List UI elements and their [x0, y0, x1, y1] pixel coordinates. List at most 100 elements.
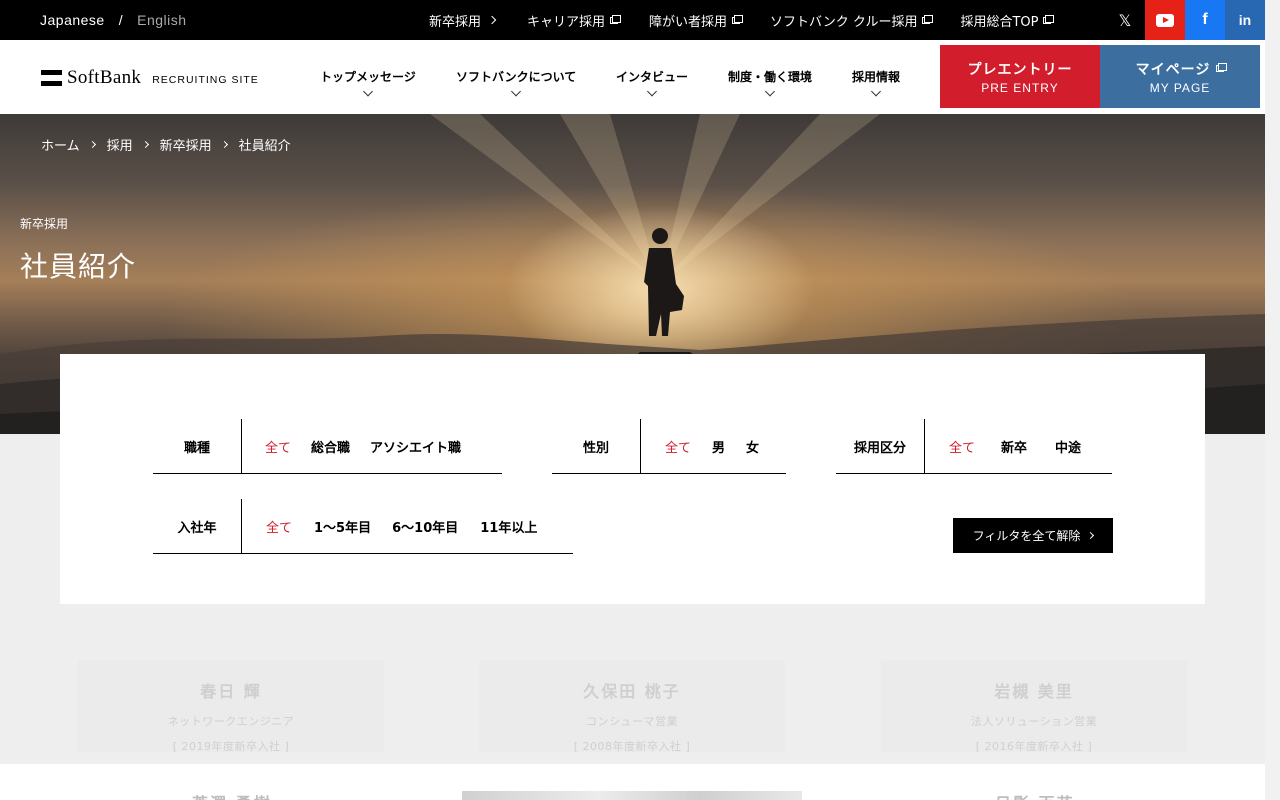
employee-card[interactable]: 岩槻 美里 法人ソリューション営業 [ 2016年度新卒入社 ]: [881, 660, 1187, 753]
facebook-glyph: f: [1202, 11, 1208, 28]
logo-text: SoftBank: [67, 67, 142, 88]
filter-option-6-10[interactable]: 6〜10年目: [392, 517, 458, 536]
filter-option-mid-career[interactable]: 中途: [1055, 437, 1081, 456]
nav-top-message[interactable]: トップメッセージ: [320, 68, 416, 97]
toplink-label: キャリア採用: [527, 14, 606, 30]
chevron-right-icon: [1087, 531, 1095, 540]
toplink-label: 採用総合TOP: [960, 14, 1039, 30]
chevron-right-icon: [220, 140, 228, 149]
filter-option-general[interactable]: 総合職: [311, 437, 350, 456]
youtube-play-icon: [1156, 13, 1174, 27]
filter-job-type: 職種 全て 総合職 アソシエイト職: [153, 419, 502, 474]
breadcrumb-current: 社員紹介: [238, 139, 291, 154]
filter-option-all[interactable]: 全て: [665, 437, 691, 456]
page-category: 新卒採用: [20, 217, 69, 231]
breadcrumb-recruit[interactable]: 採用: [107, 135, 133, 154]
chevron-right-icon: [487, 15, 497, 25]
logo-mark-icon: [41, 70, 62, 86]
filter-option-11-plus[interactable]: 11年以上: [480, 517, 537, 536]
filter-options: 全て 男 女: [665, 419, 759, 473]
x-icon[interactable]: 𝕏: [1105, 0, 1145, 40]
toplink-label: ソフトバンク クルー採用: [770, 14, 918, 30]
employee-join-year: [ 2019年度新卒入社 ]: [172, 740, 290, 753]
employee-card[interactable]: 春日 輝 ネットワークエンジニア [ 2019年度新卒入社 ]: [78, 660, 384, 753]
clear-filters-button[interactable]: フィルタを全て解除: [953, 518, 1113, 553]
chevron-down-icon: [647, 86, 657, 97]
top-links: 新卒採用 キャリア採用 障がい者採用 ソフトバンク クルー採用 採用総合TOP: [429, 0, 1055, 40]
chevron-down-icon: [765, 86, 775, 97]
filter-option-male[interactable]: 男: [712, 437, 725, 456]
employee-name: 岩槻 美里: [994, 682, 1074, 701]
nav-label: 採用情報: [852, 70, 901, 84]
chevron-right-icon: [88, 140, 96, 149]
facebook-icon[interactable]: f: [1185, 0, 1225, 40]
toplink-recruit-top[interactable]: 採用総合TOP: [960, 11, 1055, 30]
employee-role: コンシューマ営業: [586, 715, 678, 728]
pre-entry-label: プレエントリー: [967, 62, 1073, 78]
toplink-new-grad[interactable]: 新卒採用: [429, 11, 497, 30]
chevron-down-icon: [362, 86, 373, 97]
lang-japanese[interactable]: Japanese: [40, 12, 105, 28]
filter-label: 職種: [153, 419, 242, 473]
filter-option-all[interactable]: 全て: [266, 517, 292, 536]
employee-role: ネットワークエンジニア: [167, 715, 295, 728]
lang-english[interactable]: English: [137, 12, 186, 28]
filter-option-female[interactable]: 女: [746, 437, 759, 456]
nav-about[interactable]: ソフトバンクについて: [456, 68, 577, 97]
external-link-icon: [922, 14, 934, 24]
utility-bar: Japanese / English 新卒採用 キャリア採用 障がい者採用 ソフ…: [0, 0, 1280, 40]
page-scrollbar[interactable]: [1265, 0, 1280, 800]
employee-name[interactable]: 芦澤 勇樹: [192, 790, 272, 800]
nav-interview[interactable]: インタビュー: [616, 68, 689, 97]
youtube-icon[interactable]: [1145, 0, 1185, 40]
logo-subtitle: RECRUITING SITE: [152, 73, 259, 86]
filter-options: 全て 1〜5年目 6〜10年目 11年以上: [266, 499, 537, 553]
employee-join-year: [ 2008年度新卒入社 ]: [573, 740, 691, 753]
toplink-label: 新卒採用: [429, 14, 482, 30]
nav-label: インタビュー: [616, 70, 689, 84]
filter-label: 採用区分: [836, 419, 925, 473]
chevron-right-icon: [141, 140, 149, 149]
filter-option-all[interactable]: 全て: [265, 437, 291, 456]
breadcrumb: ホーム 採用 新卒採用 社員紹介: [41, 135, 291, 154]
linkedin-icon[interactable]: in: [1225, 0, 1265, 40]
filter-option-associate[interactable]: アソシエイト職: [370, 437, 461, 456]
employee-photo[interactable]: [462, 791, 802, 800]
linkedin-glyph: in: [1238, 12, 1252, 28]
filter-gender: 性別 全て 男 女: [552, 419, 786, 474]
filter-label: 入社年: [153, 499, 242, 553]
nav-environment[interactable]: 制度・働く環境: [728, 68, 813, 97]
lang-separator: /: [118, 12, 124, 28]
toplink-disability[interactable]: 障がい者採用: [649, 11, 744, 30]
breadcrumb-new-grad[interactable]: 新卒採用: [160, 135, 212, 154]
nav-label: ソフトバンクについて: [456, 70, 577, 84]
nav-label: トップメッセージ: [320, 70, 416, 84]
toplink-career[interactable]: キャリア採用: [527, 11, 622, 30]
filter-option-all[interactable]: 全て: [949, 437, 975, 456]
toplink-crew[interactable]: ソフトバンク クルー採用: [770, 11, 934, 30]
pre-entry-sublabel: PRE ENTRY: [981, 81, 1059, 95]
pre-entry-button[interactable]: プレエントリー PRE ENTRY: [940, 45, 1100, 108]
page-title: 社員紹介: [20, 250, 137, 283]
employee-name[interactable]: 日影 百花: [995, 790, 1075, 800]
employee-join-year: [ 2016年度新卒入社 ]: [975, 740, 1093, 753]
nav-label: 制度・働く環境: [728, 70, 813, 84]
clear-filters-label: フィルタを全て解除: [972, 529, 1081, 543]
softbank-logo[interactable]: SoftBank RECRUITING SITE: [41, 67, 259, 89]
site-header: SoftBank RECRUITING SITE トップメッセージ ソフトバンク…: [0, 40, 1280, 114]
filter-option-1-5[interactable]: 1〜5年目: [314, 517, 371, 536]
chevron-down-icon: [871, 86, 881, 97]
mypage-button[interactable]: マイページ MY PAGE: [1100, 45, 1260, 108]
filter-label: 性別: [552, 419, 641, 473]
toplink-label: 障がい者採用: [649, 14, 728, 30]
filter-options: 全て 総合職 アソシエイト職: [265, 419, 461, 473]
breadcrumb-home[interactable]: ホーム: [41, 135, 80, 154]
mypage-label: マイページ: [1135, 62, 1211, 78]
external-link-icon: [1043, 14, 1055, 24]
mypage-sublabel: MY PAGE: [1149, 81, 1211, 95]
employee-name: 春日 輝: [200, 682, 262, 701]
employee-card[interactable]: 久保田 桃子 コンシューマ営業 [ 2008年度新卒入社 ]: [479, 660, 785, 753]
filter-option-new-grad[interactable]: 新卒: [1001, 437, 1027, 456]
nav-recruit-info[interactable]: 採用情報: [852, 68, 901, 97]
employee-role: 法人ソリューション営業: [970, 715, 1098, 728]
